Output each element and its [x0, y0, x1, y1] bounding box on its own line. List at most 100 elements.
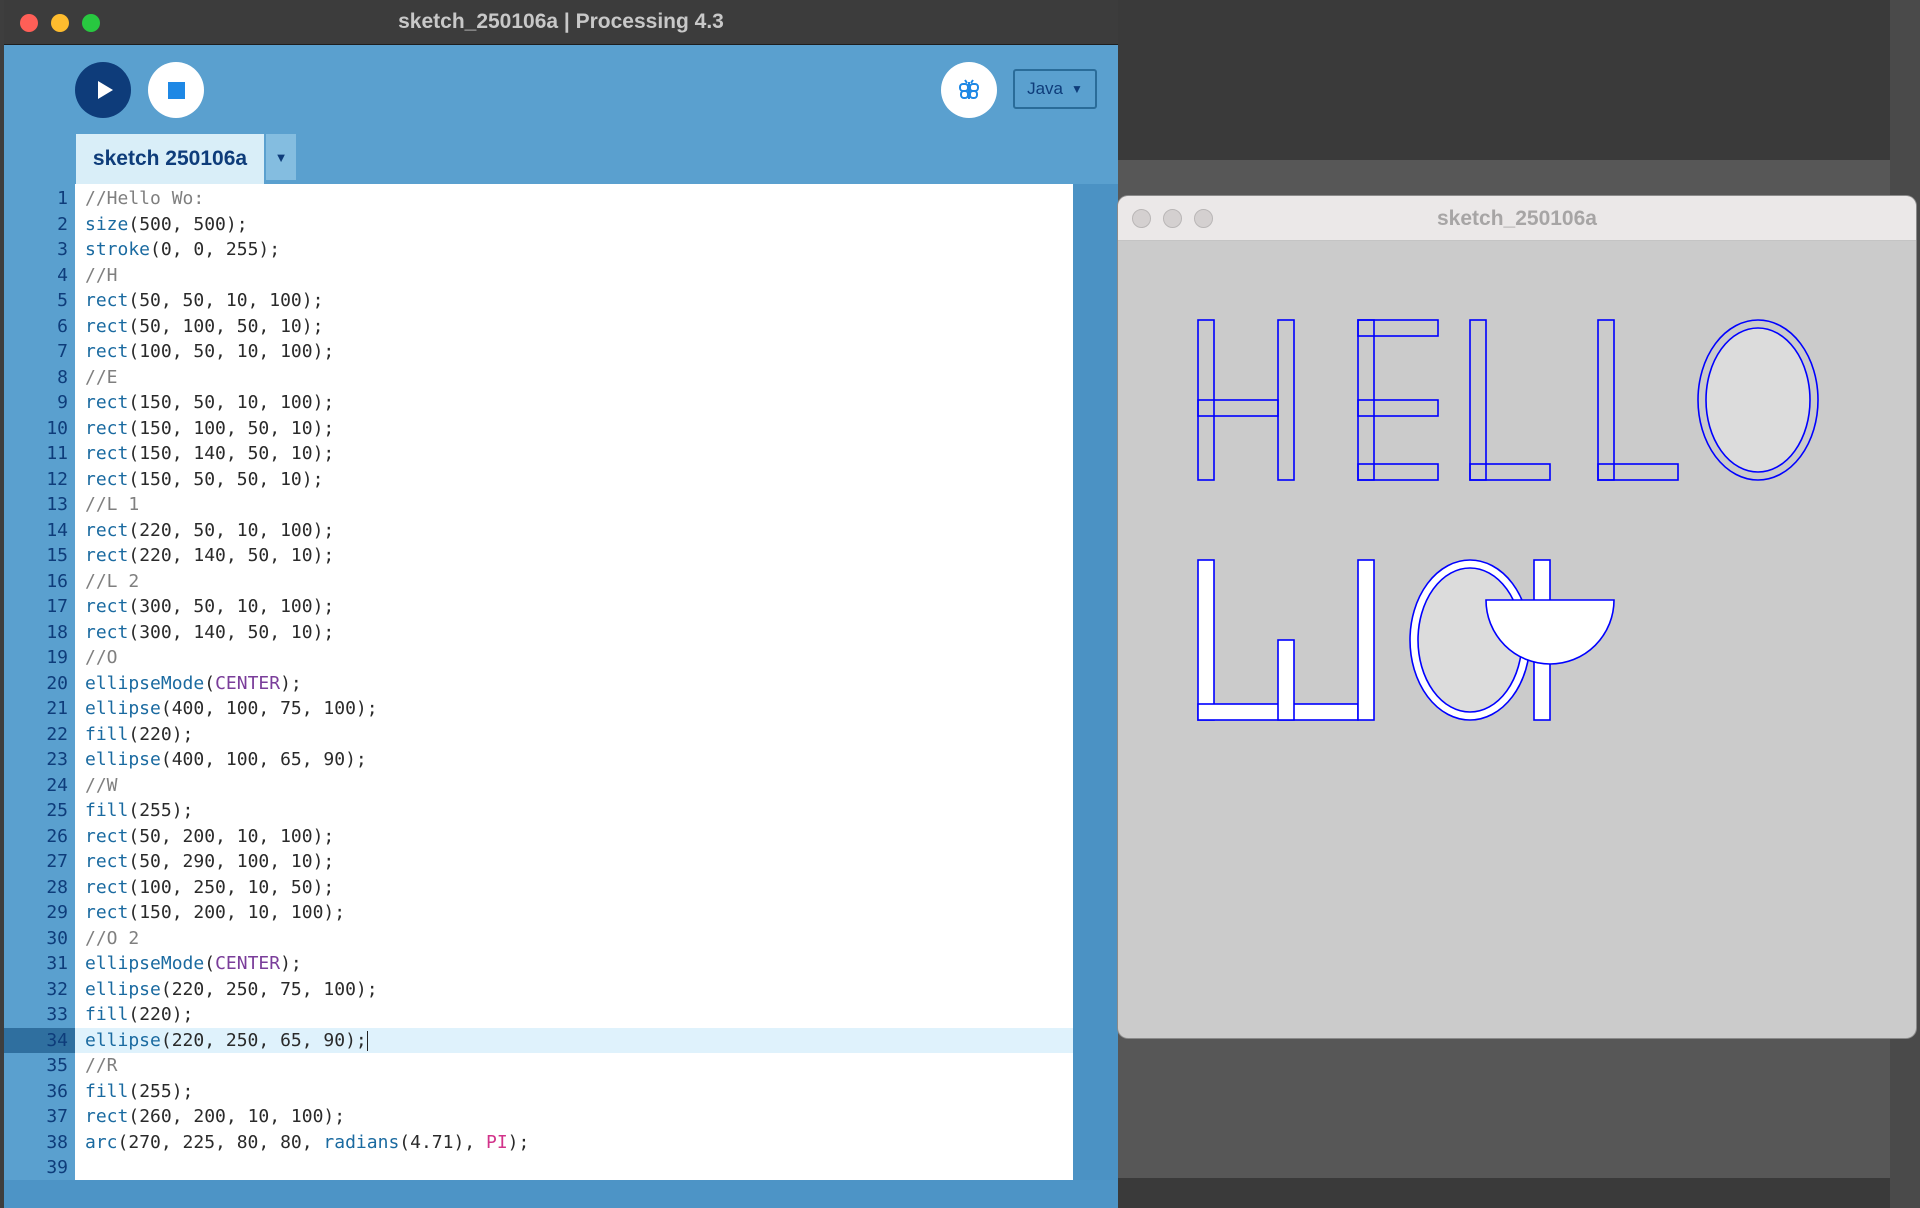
line-number[interactable]: 23	[4, 747, 68, 773]
code-line[interactable]: rect(220, 50, 10, 100);	[85, 518, 1073, 544]
line-number[interactable]: 19	[4, 645, 68, 671]
code-line[interactable]: rect(150, 100, 50, 10);	[85, 416, 1073, 442]
code-line[interactable]: rect(50, 100, 50, 10);	[85, 314, 1073, 340]
line-number[interactable]: 32	[4, 977, 68, 1003]
code-line[interactable]: rect(150, 140, 50, 10);	[85, 441, 1073, 467]
line-number[interactable]: 9	[4, 390, 68, 416]
code-token: ellipse	[85, 749, 161, 770]
code-line[interactable]: rect(50, 50, 10, 100);	[85, 288, 1073, 314]
code-line[interactable]: size(500, 500);	[85, 212, 1073, 238]
line-number[interactable]: 26	[4, 824, 68, 850]
code-line[interactable]: ellipse(400, 100, 65, 90);	[85, 747, 1073, 773]
ide-toolbar: Java ▼	[4, 44, 1118, 134]
code-line[interactable]: //L 1	[85, 492, 1073, 518]
code-editor[interactable]: 1 2 3 4 5 6 7 8 9 10 11 12 13 14 15 16 17 18 19 20 21 22 23 24 2…	[4, 184, 1118, 1184]
line-number[interactable]: 8	[4, 365, 68, 391]
code-line[interactable]: rect(150, 50, 10, 100);	[85, 390, 1073, 416]
code-line[interactable]: rect(300, 50, 10, 100);	[85, 594, 1073, 620]
line-number[interactable]: 14	[4, 518, 68, 544]
line-number[interactable]: 13	[4, 492, 68, 518]
code-line[interactable]: rect(100, 250, 10, 50);	[85, 875, 1073, 901]
line-number[interactable]: 4	[4, 263, 68, 289]
code-line[interactable]: fill(220);	[85, 1002, 1073, 1028]
letter-e-bottom	[1357, 463, 1439, 481]
code-line[interactable]: ellipseMode(CENTER);	[85, 671, 1073, 697]
line-number[interactable]: 1	[4, 186, 68, 212]
mode-selector[interactable]: Java ▼	[1013, 69, 1097, 109]
code-line[interactable]: //R	[85, 1053, 1073, 1079]
line-number[interactable]: 12	[4, 467, 68, 493]
line-number[interactable]: 11	[4, 441, 68, 467]
code-token: rect	[85, 341, 129, 362]
line-number[interactable]: 18	[4, 620, 68, 646]
code-line[interactable]: fill(255);	[85, 1079, 1073, 1105]
code-token: //L 1	[85, 494, 140, 515]
line-number[interactable]: 15	[4, 543, 68, 569]
code-token: rect	[85, 545, 129, 566]
code-token: rect	[85, 290, 129, 311]
code-line[interactable]: //W	[85, 773, 1073, 799]
line-number[interactable]: 20	[4, 671, 68, 697]
line-number[interactable]: 38	[4, 1130, 68, 1156]
code-text-area[interactable]: //Hello Wo: size(500, 500); stroke(0, 0, 2…	[75, 184, 1073, 1180]
line-number[interactable]: 25	[4, 798, 68, 824]
code-line[interactable]: //L 2	[85, 569, 1073, 595]
line-number[interactable]: 29	[4, 900, 68, 926]
code-line[interactable]	[85, 1155, 1073, 1181]
code-line[interactable]: rect(50, 290, 100, 10);	[85, 849, 1073, 875]
line-number[interactable]: 10	[4, 416, 68, 442]
line-number[interactable]: 34	[4, 1027, 75, 1053]
code-line[interactable]: rect(220, 140, 50, 10);	[85, 543, 1073, 569]
letter-w-mid	[1277, 639, 1295, 721]
line-number[interactable]: 28	[4, 875, 68, 901]
line-number[interactable]: 22	[4, 722, 68, 748]
code-line[interactable]: arc(270, 225, 80, 80, radians(4.71), PI)…	[85, 1130, 1073, 1156]
code-line[interactable]: ellipse(220, 250, 75, 100);	[85, 977, 1073, 1003]
code-line[interactable]: fill(220);	[85, 722, 1073, 748]
code-line[interactable]: //Hello Wo:	[85, 186, 1073, 212]
line-number[interactable]: 7	[4, 339, 68, 365]
stop-button[interactable]	[148, 62, 204, 118]
line-number[interactable]: 17	[4, 594, 68, 620]
code-line[interactable]: rect(150, 50, 50, 10);	[85, 467, 1073, 493]
code-line[interactable]: ellipseMode(CENTER);	[85, 951, 1073, 977]
code-line[interactable]: //O	[85, 645, 1073, 671]
code-line[interactable]: rect(260, 200, 10, 100);	[85, 1104, 1073, 1130]
code-token: (50, 200, 10, 100);	[128, 825, 335, 847]
code-line[interactable]: ellipse(400, 100, 75, 100);	[85, 696, 1073, 722]
code-line[interactable]: ellipse(220, 250, 65, 90);	[85, 1028, 1073, 1054]
line-number[interactable]: 39	[4, 1155, 68, 1181]
code-line[interactable]: stroke(0, 0, 255);	[85, 237, 1073, 263]
line-number[interactable]: 37	[4, 1104, 68, 1130]
line-number[interactable]: 24	[4, 773, 68, 799]
code-line[interactable]: //E	[85, 365, 1073, 391]
line-number[interactable]: 35	[4, 1053, 68, 1079]
code-line[interactable]: //H	[85, 263, 1073, 289]
code-line[interactable]: rect(150, 200, 10, 100);	[85, 900, 1073, 926]
code-line[interactable]: rect(50, 200, 10, 100);	[85, 824, 1073, 850]
code-line[interactable]: fill(255);	[85, 798, 1073, 824]
line-number[interactable]: 31	[4, 951, 68, 977]
line-number[interactable]: 33	[4, 1002, 68, 1028]
run-button[interactable]	[75, 62, 131, 118]
debug-button[interactable]	[941, 62, 997, 118]
code-line[interactable]: rect(300, 140, 50, 10);	[85, 620, 1073, 646]
editor-scrollbar[interactable]	[1073, 184, 1118, 1180]
code-token: radians	[323, 1131, 400, 1153]
line-number[interactable]: 2	[4, 212, 68, 238]
line-number[interactable]: 36	[4, 1079, 68, 1105]
line-number[interactable]: 16	[4, 569, 68, 595]
line-number[interactable]: 6	[4, 314, 68, 340]
line-number[interactable]: 30	[4, 926, 68, 952]
line-number[interactable]: 3	[4, 237, 68, 263]
code-line[interactable]: //O 2	[85, 926, 1073, 952]
line-number[interactable]: 5	[4, 288, 68, 314]
code-token: (150, 140, 50, 10);	[128, 443, 335, 464]
line-number[interactable]: 21	[4, 696, 68, 722]
tab-sketch[interactable]: sketch 250106a	[76, 134, 264, 184]
code-token: //W	[85, 774, 118, 796]
tab-menu-button[interactable]: ▼	[266, 134, 296, 180]
code-token: arc	[85, 1131, 118, 1153]
code-line[interactable]: rect(100, 50, 10, 100);	[85, 339, 1073, 365]
line-number[interactable]: 27	[4, 849, 68, 875]
